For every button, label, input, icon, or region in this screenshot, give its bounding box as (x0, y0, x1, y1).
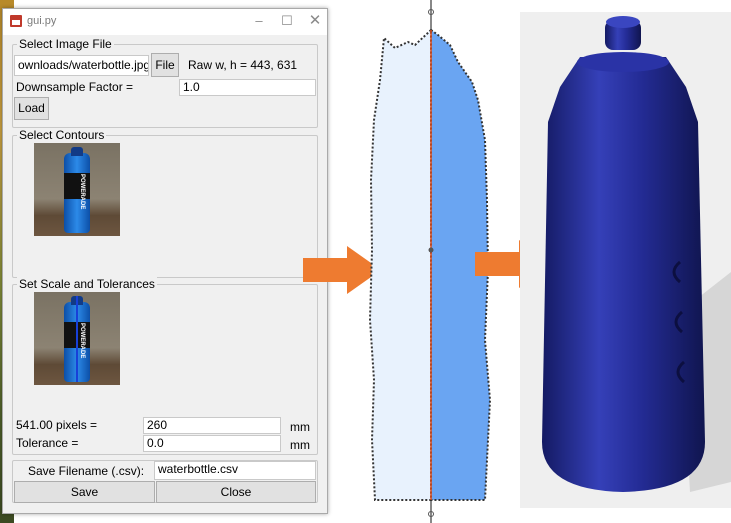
bottle-3d-model (520, 12, 731, 508)
minimize-button[interactable]: – (245, 11, 273, 31)
downsample-label: Downsample Factor = (16, 80, 134, 94)
app-icon (10, 15, 22, 27)
bottle-brand-text: POWERADE (79, 174, 85, 210)
title-bar: gui.py – ☐ ✕ (3, 9, 327, 35)
tolerance-label: Tolerance = (16, 436, 79, 450)
downsample-input[interactable]: 1.0 (179, 79, 316, 96)
scale-center-line (76, 296, 78, 382)
pixels-unit-label: mm (290, 420, 310, 434)
raw-size-label: Raw w, h = 443, 631 (188, 58, 298, 72)
pixels-mm-input[interactable]: 260 (143, 417, 281, 434)
scale-preview-image[interactable]: POWERADE (34, 292, 120, 385)
tolerance-input[interactable]: 0.0 (143, 435, 281, 452)
select-image-frame-label: Select Image File (17, 37, 114, 51)
app-window: gui.py – ☐ ✕ Select Image File ownloads/… (2, 8, 328, 514)
maximize-button[interactable]: ☐ (273, 11, 301, 31)
tolerance-unit-label: mm (290, 438, 310, 452)
scale-frame-label: Set Scale and Tolerances (17, 277, 157, 291)
save-button[interactable]: Save (14, 481, 155, 503)
save-filename-input[interactable]: waterbottle.csv (154, 461, 316, 480)
select-contours-frame-label: Select Contours (17, 128, 107, 142)
file-button[interactable]: File (151, 53, 179, 77)
load-button[interactable]: Load (14, 97, 49, 120)
close-button[interactable]: Close (156, 481, 316, 503)
bottle-cap (71, 147, 83, 156)
save-filename-label: Save Filename (.csv): (28, 464, 145, 478)
pixels-label: 541.00 pixels = (16, 418, 98, 432)
close-window-button[interactable]: ✕ (301, 11, 329, 31)
contour-preview-image[interactable]: POWERADE (34, 143, 120, 236)
image-path-input[interactable]: ownloads/waterbottle.jpg (14, 55, 149, 76)
window-title: gui.py (27, 15, 57, 27)
